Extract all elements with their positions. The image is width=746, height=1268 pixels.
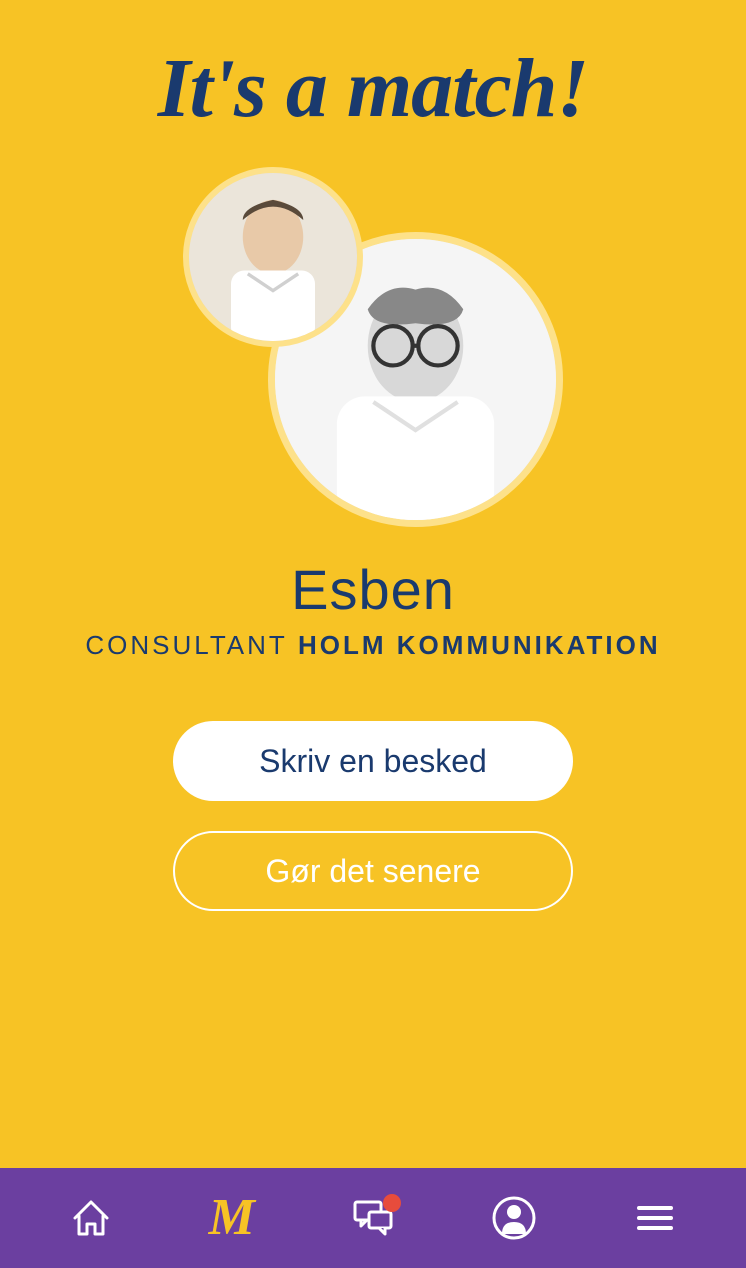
nav-home[interactable] bbox=[61, 1188, 121, 1248]
nav-matches[interactable]: M bbox=[202, 1188, 262, 1248]
do-later-button[interactable]: Gør det senere bbox=[173, 831, 573, 911]
profile-icon bbox=[490, 1194, 538, 1242]
hamburger-icon bbox=[631, 1194, 679, 1242]
match-subtitle: CONSULTANT HOLM KOMMUNIKATION bbox=[85, 630, 660, 661]
nav-menu[interactable] bbox=[625, 1188, 685, 1248]
match-company: HOLM KOMMUNIKATION bbox=[298, 630, 661, 660]
match-name: Esben bbox=[291, 557, 455, 622]
bottom-navbar: M bbox=[0, 1168, 746, 1268]
person-icon bbox=[189, 173, 357, 341]
home-icon bbox=[67, 1194, 115, 1242]
write-message-button[interactable]: Skriv en besked bbox=[173, 721, 573, 801]
nav-chat[interactable] bbox=[343, 1188, 403, 1248]
notification-badge bbox=[383, 1194, 401, 1212]
match-headline: It's a match! bbox=[158, 40, 588, 137]
m-logo-icon: M bbox=[209, 1192, 255, 1244]
user-avatar bbox=[183, 167, 363, 347]
match-role: CONSULTANT bbox=[85, 630, 287, 660]
nav-profile[interactable] bbox=[484, 1188, 544, 1248]
avatar-pair bbox=[183, 167, 563, 537]
